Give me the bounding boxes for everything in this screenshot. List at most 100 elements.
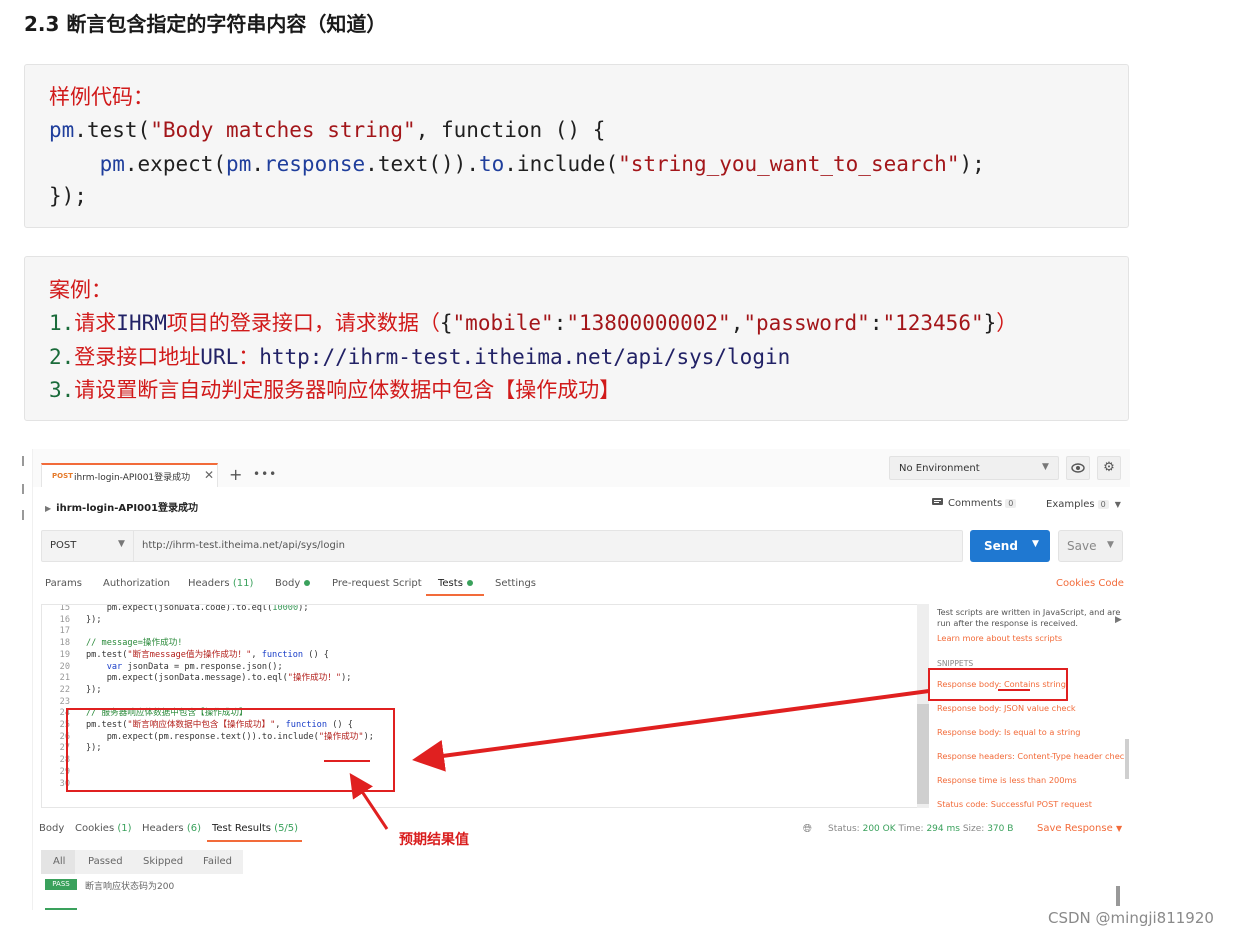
chevron-down-icon: ▼ (1115, 824, 1123, 833)
request-tab[interactable]: POST ihrm-login-API001登录成功 ✕ (41, 463, 218, 487)
eye-icon[interactable] (1066, 456, 1090, 480)
code-string: "操作成功" (318, 731, 364, 742)
globe-icon[interactable]: 🌐︎ (803, 822, 812, 836)
more-icon[interactable]: ••• (253, 467, 277, 481)
line-number: 28 (59, 755, 70, 766)
filter-all[interactable]: All (53, 856, 65, 867)
postman-window: POST ihrm-login-API001登录成功 ✕ + ••• No En… (32, 449, 1130, 910)
editor-line: 22}); (42, 684, 928, 697)
tab-pre-request-script[interactable]: Pre-request Script (332, 578, 422, 589)
results-scrollbar[interactable] (1116, 886, 1120, 906)
comments-count: 0 (1005, 499, 1017, 508)
line-number: 19 (59, 649, 70, 660)
code-text: }); (86, 614, 102, 625)
line-number: 26 (59, 731, 70, 742)
case-text: { (439, 311, 453, 335)
tab-params[interactable]: Params (45, 578, 82, 589)
save-response-button[interactable]: Save Response ▼ (1037, 823, 1122, 834)
environment-label: No Environment (899, 463, 980, 474)
status-value: 200 OK (862, 824, 896, 834)
snippet-json-value[interactable]: Response body: JSON value check (937, 703, 1076, 713)
cookies-code-links: Cookies Code (1056, 578, 1124, 589)
close-icon[interactable]: ✕ (204, 468, 214, 482)
comment-icon (932, 498, 943, 505)
watermark: CSDN @mingji811920 (1048, 909, 1214, 927)
case-url: http://ihrm-test.itheima.net/api/sys/log… (259, 345, 791, 369)
status-dot (304, 580, 311, 586)
code-token: pm (99, 152, 125, 176)
code-string: "断言响应体数据中包含【操作成功】" (127, 720, 276, 730)
tab-authorization[interactable]: Authorization (103, 578, 170, 589)
line-number: 22 (59, 684, 70, 695)
resp-tab-body[interactable]: Body (39, 823, 64, 834)
snippet-response-time[interactable]: Response time is less than 200ms (937, 775, 1077, 785)
code-token: ( (213, 152, 227, 176)
tab-body[interactable]: Body (275, 578, 311, 589)
examples-button[interactable]: Examples 0 ▼ (1046, 499, 1121, 510)
editor-line: 18 // message=操作成功! (42, 638, 928, 650)
editor-line: 25 pm.test("断言响应体数据中包含【操作成功】", function (… (42, 720, 928, 732)
code-text: , (251, 649, 262, 660)
environment-select[interactable]: No Environment ▼ (889, 456, 1059, 480)
filter-skipped[interactable]: Skipped (143, 856, 183, 867)
code-token: expect (137, 152, 214, 176)
line-number: 15 (59, 604, 70, 613)
resp-tab-headers[interactable]: Headers (6) (142, 823, 201, 834)
snippet-status-code[interactable]: Status code: Successful POST request (937, 799, 1092, 809)
time-value: 294 ms (926, 824, 960, 834)
code-token: test (86, 118, 138, 142)
code-number: 10000 (272, 604, 299, 613)
margin-mark (22, 484, 24, 494)
new-tab-button[interactable]: + (229, 465, 242, 484)
sample-line-3: }); (49, 184, 87, 208)
snippets-scrollbar[interactable] (1125, 739, 1129, 779)
case-text: "password" (743, 311, 870, 335)
case-line-3: 3.请设置断言自动判定服务器响应体数据中包含【操作成功】 (49, 376, 620, 404)
code-token: pm (49, 118, 75, 142)
filter-passed[interactable]: Passed (88, 856, 123, 867)
line-number: 17 (59, 626, 70, 637)
tab-headers[interactable]: Headers (11) (188, 578, 253, 589)
editor-scroll-thumb[interactable] (917, 704, 929, 804)
editor-line: 19 pm.test("断言message值为操作成功！", function (… (42, 649, 928, 662)
resp-tab-cookies[interactable]: Cookies (1) (75, 823, 132, 834)
line-number: 29 (59, 766, 70, 777)
snippet-contains-string[interactable]: Response body: Contains string (937, 679, 1066, 689)
snippet-equal-string[interactable]: Response body: Is equal to a string (937, 727, 1080, 737)
snippets-header: SNIPPETS (937, 659, 974, 668)
snippet-content-type[interactable]: Response headers: Content-Type header ch… (937, 751, 1129, 761)
url-input[interactable]: http://ihrm-test.itheima.net/api/sys/log… (142, 540, 345, 551)
comments-button[interactable]: Comments 0 (932, 498, 1017, 509)
gear-icon[interactable]: ⚙ (1097, 456, 1121, 480)
code-text: pm.test( (86, 720, 128, 730)
case-line-2: 2.登录接口地址URL：http://ihrm-test.itheima.net… (49, 343, 790, 371)
case-text: ： (238, 345, 260, 369)
cookies-link[interactable]: Cookies (1056, 578, 1095, 589)
case-text: } (983, 311, 997, 335)
tests-editor[interactable]: 15 pm.expect(jsonData.code).to.eql(10000… (41, 604, 929, 808)
case-text: "13800000002" (566, 311, 731, 335)
request-name[interactable]: ▶ ihrm-login-API001登录成功 (45, 499, 198, 514)
chevron-down-icon: ▼ (1107, 540, 1114, 550)
pass-badge: PASS (45, 879, 77, 890)
send-label: Send (984, 539, 1018, 553)
code-token: ( (605, 152, 619, 176)
case-text: "123456" (882, 311, 984, 335)
tab-settings[interactable]: Settings (495, 578, 536, 589)
code-link[interactable]: Code (1098, 578, 1124, 589)
code-string: "Body matches string" (150, 118, 416, 142)
collapse-panel-icon[interactable]: ▶ (1115, 615, 1122, 625)
save-button[interactable]: Save ▼ (1058, 530, 1123, 562)
tab-count: (1) (117, 823, 132, 834)
tab-tests[interactable]: Tests (438, 578, 473, 589)
sample-line-2: pm.expect(pm.response.text()).to.include… (49, 150, 985, 178)
code-token: . (251, 152, 264, 176)
method-select[interactable]: POST ▼ (42, 531, 134, 561)
send-button[interactable]: Send ▼ (970, 530, 1050, 562)
editor-line: 20 var jsonData = pm.response.json(); (42, 662, 928, 674)
resp-tab-test-results[interactable]: Test Results (5/5) (212, 823, 298, 834)
filter-failed[interactable]: Failed (203, 856, 232, 867)
line-number: 23 (59, 696, 70, 707)
results-filter: All Passed Skipped Failed (41, 850, 243, 874)
learn-more-link[interactable]: Learn more about tests scripts (937, 633, 1062, 643)
